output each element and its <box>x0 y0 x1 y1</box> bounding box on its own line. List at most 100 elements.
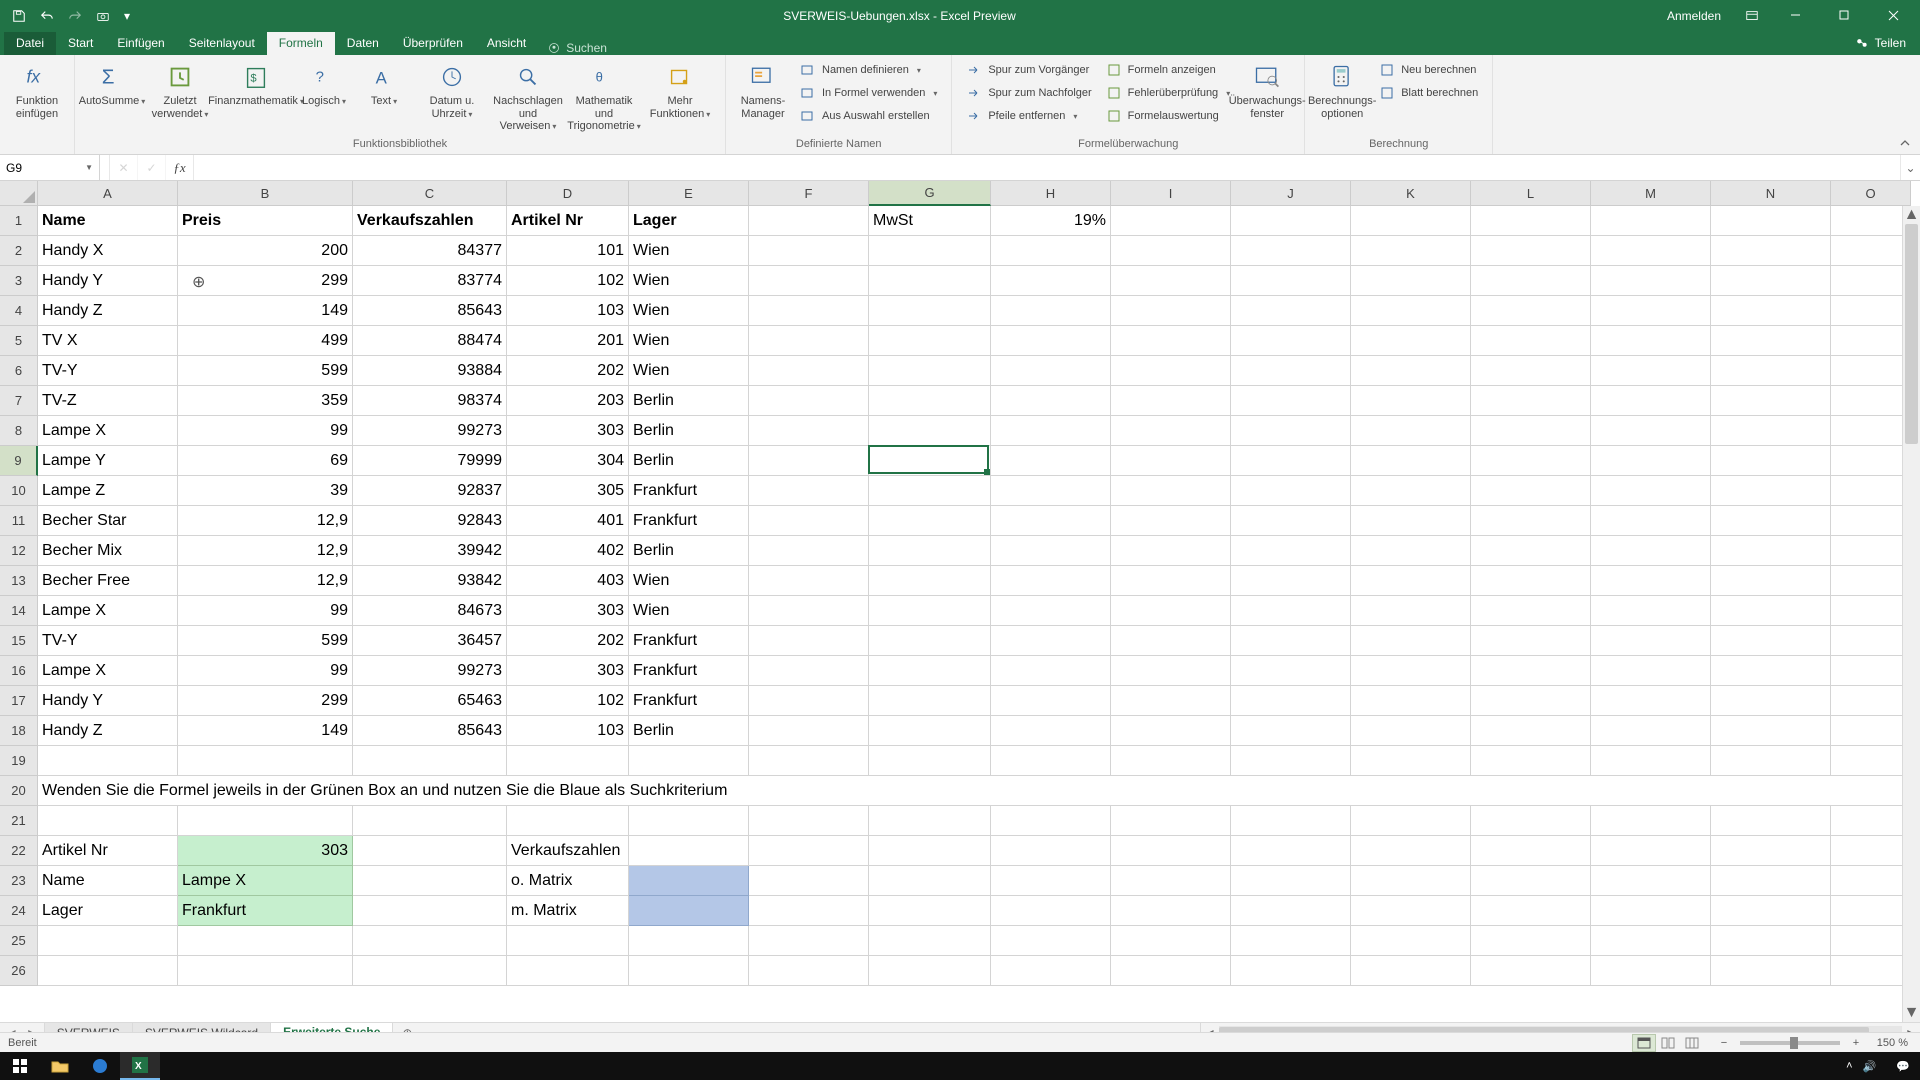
lib-mehr-funktionen-button[interactable]: Mehr Funktionen▾ <box>643 59 717 122</box>
cell-G26[interactable] <box>869 956 991 986</box>
minimize-button[interactable] <box>1773 1 1818 30</box>
cell-I22[interactable] <box>1111 836 1231 866</box>
cell-M13[interactable] <box>1591 566 1711 596</box>
cell-F16[interactable] <box>749 656 869 686</box>
cell-O25[interactable] <box>1831 926 1911 956</box>
row-header-3[interactable]: 3 <box>0 266 38 296</box>
excel-taskbar-icon[interactable]: X <box>120 1052 160 1080</box>
cell-O14[interactable] <box>1831 596 1911 626</box>
cell-N14[interactable] <box>1711 596 1831 626</box>
cell-A25[interactable] <box>38 926 178 956</box>
insert-function-button[interactable]: fx Funktion einfügen <box>8 59 66 122</box>
cell-O2[interactable] <box>1831 236 1911 266</box>
cell-I21[interactable] <box>1111 806 1231 836</box>
cell-G10[interactable] <box>869 476 991 506</box>
cell-N4[interactable] <box>1711 296 1831 326</box>
row-header-21[interactable]: 21 <box>0 806 38 836</box>
cell-O9[interactable] <box>1831 446 1911 476</box>
tab-einfügen[interactable]: Einfügen <box>105 32 176 55</box>
cell-C26[interactable] <box>353 956 507 986</box>
cell-C14[interactable]: 84673 <box>353 596 507 626</box>
cell-L16[interactable] <box>1471 656 1591 686</box>
cell-L18[interactable] <box>1471 716 1591 746</box>
cell-F9[interactable] <box>749 446 869 476</box>
cell-N21[interactable] <box>1711 806 1831 836</box>
cell-E11[interactable]: Frankfurt <box>629 506 749 536</box>
cell-I19[interactable] <box>1111 746 1231 776</box>
cell-M10[interactable] <box>1591 476 1711 506</box>
cell-D5[interactable]: 201 <box>507 326 629 356</box>
cell-C4[interactable]: 85643 <box>353 296 507 326</box>
row-header-26[interactable]: 26 <box>0 956 38 986</box>
cell-A15[interactable]: TV-Y <box>38 626 178 656</box>
cell-A21[interactable] <box>38 806 178 836</box>
cell-H22[interactable] <box>991 836 1111 866</box>
cell-E15[interactable]: Frankfurt <box>629 626 749 656</box>
cell-A10[interactable]: Lampe Z <box>38 476 178 506</box>
cell-A2[interactable]: Handy X <box>38 236 178 266</box>
cell-G17[interactable] <box>869 686 991 716</box>
cell-H2[interactable] <box>991 236 1111 266</box>
redo-icon[interactable] <box>64 5 86 27</box>
cell-N10[interactable] <box>1711 476 1831 506</box>
cell-J4[interactable] <box>1231 296 1351 326</box>
cell-K19[interactable] <box>1351 746 1471 776</box>
row-header-2[interactable]: 2 <box>0 236 38 266</box>
ribbon-display-options-icon[interactable] <box>1735 2 1769 30</box>
cell-B11[interactable]: 12,9 <box>178 506 353 536</box>
cell-M8[interactable] <box>1591 416 1711 446</box>
col-header-L[interactable]: L <box>1471 181 1591 206</box>
cell-A12[interactable]: Becher Mix <box>38 536 178 566</box>
cell-C17[interactable]: 65463 <box>353 686 507 716</box>
cell-E17[interactable]: Frankfurt <box>629 686 749 716</box>
cell-J1[interactable] <box>1231 206 1351 236</box>
cell-K3[interactable] <box>1351 266 1471 296</box>
col-header-O[interactable]: O <box>1831 181 1911 206</box>
cell-G2[interactable] <box>869 236 991 266</box>
cell-C22[interactable] <box>353 836 507 866</box>
col-header-B[interactable]: B <box>178 181 353 206</box>
cancel-formula-icon[interactable]: ✕ <box>110 155 138 180</box>
cell-A22[interactable]: Artikel Nr <box>38 836 178 866</box>
cell-H12[interactable] <box>991 536 1111 566</box>
cell-F18[interactable] <box>749 716 869 746</box>
cell-M3[interactable] <box>1591 266 1711 296</box>
cell-L2[interactable] <box>1471 236 1591 266</box>
cell-K1[interactable] <box>1351 206 1471 236</box>
cell-A13[interactable]: Becher Free <box>38 566 178 596</box>
cell-H7[interactable] <box>991 386 1111 416</box>
cell-G11[interactable] <box>869 506 991 536</box>
cell-F21[interactable] <box>749 806 869 836</box>
row-header-13[interactable]: 13 <box>0 566 38 596</box>
cell-N22[interactable] <box>1711 836 1831 866</box>
cell-D19[interactable] <box>507 746 629 776</box>
cell-G15[interactable] <box>869 626 991 656</box>
cell-B23[interactable]: Lampe X <box>178 866 353 896</box>
cell-M14[interactable] <box>1591 596 1711 626</box>
cell-C21[interactable] <box>353 806 507 836</box>
cell-D15[interactable]: 202 <box>507 626 629 656</box>
cell-M12[interactable] <box>1591 536 1711 566</box>
cell-B12[interactable]: 12,9 <box>178 536 353 566</box>
row-header-17[interactable]: 17 <box>0 686 38 716</box>
cell-E10[interactable]: Frankfurt <box>629 476 749 506</box>
cell-N19[interactable] <box>1711 746 1831 776</box>
cell-J6[interactable] <box>1231 356 1351 386</box>
cell-D10[interactable]: 305 <box>507 476 629 506</box>
lib-datum-u-uhrzeit-button[interactable]: Datum u. Uhrzeit▾ <box>415 59 489 122</box>
cell-O23[interactable] <box>1831 866 1911 896</box>
row-header-16[interactable]: 16 <box>0 656 38 686</box>
row-header-5[interactable]: 5 <box>0 326 38 356</box>
cell-H15[interactable] <box>991 626 1111 656</box>
cell-G5[interactable] <box>869 326 991 356</box>
cell-B7[interactable]: 359 <box>178 386 353 416</box>
cell-O24[interactable] <box>1831 896 1911 926</box>
cell-L10[interactable] <box>1471 476 1591 506</box>
cell-K24[interactable] <box>1351 896 1471 926</box>
cell-K5[interactable] <box>1351 326 1471 356</box>
row-header-7[interactable]: 7 <box>0 386 38 416</box>
cell-A19[interactable] <box>38 746 178 776</box>
tab-daten[interactable]: Daten <box>335 32 391 55</box>
cell-F11[interactable] <box>749 506 869 536</box>
cell-N17[interactable] <box>1711 686 1831 716</box>
